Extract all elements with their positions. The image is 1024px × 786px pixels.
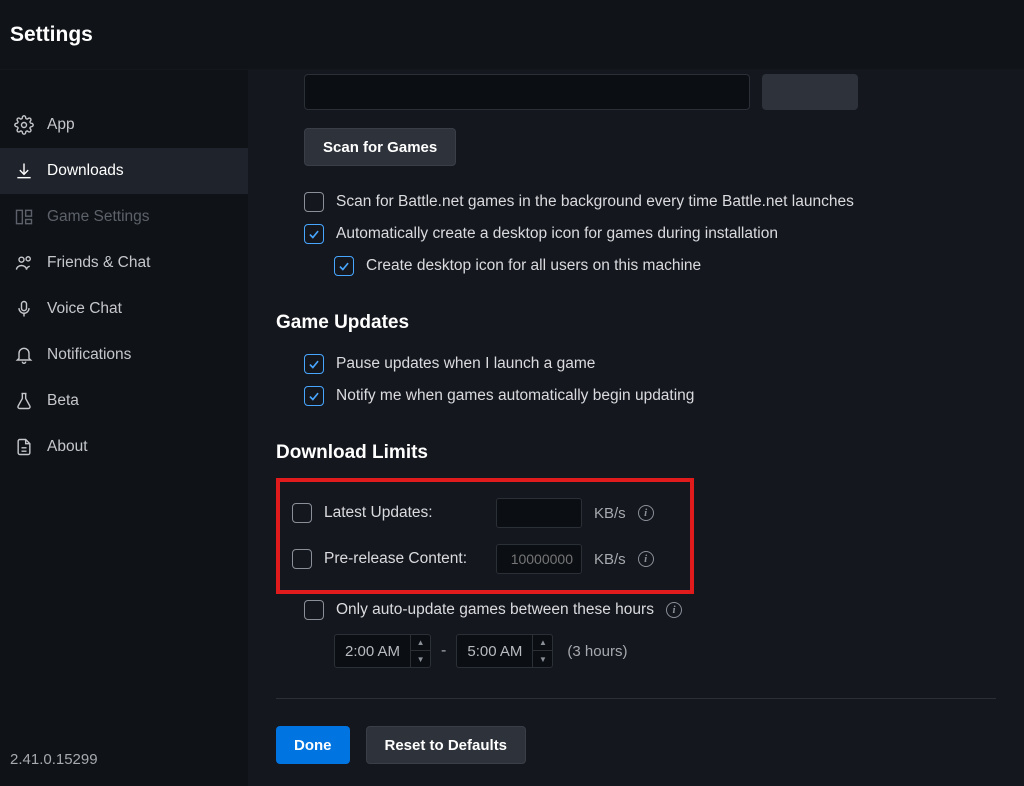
label-all-users-icon: Create desktop icon for all users on thi… xyxy=(366,257,701,275)
people-icon xyxy=(14,253,34,273)
document-icon xyxy=(14,437,34,457)
microphone-icon xyxy=(14,299,34,319)
label-scan-background: Scan for Battle.net games in the backgro… xyxy=(336,193,854,211)
label-latest-limit: Latest Updates: xyxy=(324,504,484,522)
sidebar-item-about[interactable]: About xyxy=(0,424,248,470)
info-icon[interactable]: i xyxy=(638,505,654,521)
row-prerelease-limit: Pre-release Content: KB/s i xyxy=(292,536,678,582)
sidebar-item-notifications[interactable]: Notifications xyxy=(0,332,248,378)
label-auto-desktop-icon: Automatically create a desktop icon for … xyxy=(336,225,778,243)
sidebar-item-label: Friends & Chat xyxy=(47,254,150,272)
bell-icon xyxy=(14,345,34,365)
scan-for-games-button[interactable]: Scan for Games xyxy=(304,128,456,166)
row-notify-updates: Notify me when games automatically begin… xyxy=(276,380,996,412)
download-limits-highlight: Latest Updates: KB/s i Pre-release Conte… xyxy=(276,478,694,594)
sidebar-item-label: Notifications xyxy=(47,346,131,364)
page-title: Settings xyxy=(10,23,93,47)
row-pause-updates: Pause updates when I launch a game xyxy=(276,348,996,380)
stepper-down-icon[interactable]: ▼ xyxy=(411,651,430,668)
input-latest-limit[interactable] xyxy=(496,498,582,528)
sidebar-item-voice[interactable]: Voice Chat xyxy=(0,286,248,332)
sidebar-item-game-settings: Game Settings xyxy=(0,194,248,240)
sidebar-item-label: Downloads xyxy=(47,162,124,180)
change-path-button[interactable] xyxy=(762,74,858,110)
time-from-value: 2:00 AM xyxy=(335,643,410,660)
install-path-input[interactable] xyxy=(304,74,750,110)
info-icon[interactable]: i xyxy=(638,551,654,567)
row-latest-limit: Latest Updates: KB/s i xyxy=(292,490,678,536)
footer: Done Reset to Defaults xyxy=(248,704,1024,786)
time-to-value: 5:00 AM xyxy=(457,643,532,660)
gear-icon xyxy=(14,115,34,135)
sidebar-item-label: App xyxy=(47,116,75,134)
stepper-up-icon[interactable]: ▲ xyxy=(533,634,552,651)
row-scan-background: Scan for Battle.net games in the backgro… xyxy=(276,186,996,218)
label-hours-limit: Only auto-update games between these hou… xyxy=(336,601,654,619)
sidebar-item-label: Beta xyxy=(47,392,79,410)
app-version: 2.41.0.15299 xyxy=(0,751,248,786)
sidebar: App Downloads Game Settings Friends & Ch… xyxy=(0,70,248,786)
unit-prerelease-limit: KB/s xyxy=(594,551,626,568)
hours-duration: (3 hours) xyxy=(567,643,627,660)
range-separator: - xyxy=(439,642,448,660)
input-prerelease-limit[interactable] xyxy=(496,544,582,574)
row-hours-limit: Only auto-update games between these hou… xyxy=(276,594,996,626)
section-title-game-updates: Game Updates xyxy=(276,312,996,334)
row-all-users-icon: Create desktop icon for all users on thi… xyxy=(276,250,996,282)
checkbox-prerelease-limit[interactable] xyxy=(292,549,312,569)
done-button[interactable]: Done xyxy=(276,726,350,764)
sidebar-item-beta[interactable]: Beta xyxy=(0,378,248,424)
checkbox-latest-limit[interactable] xyxy=(292,503,312,523)
info-icon[interactable]: i xyxy=(666,602,682,618)
divider xyxy=(276,698,996,699)
label-prerelease-limit: Pre-release Content: xyxy=(324,550,484,568)
flask-icon xyxy=(14,391,34,411)
checkbox-scan-background[interactable] xyxy=(304,192,324,212)
unit-latest-limit: KB/s xyxy=(594,505,626,522)
checkbox-notify-updates[interactable] xyxy=(304,386,324,406)
hours-range: 2:00 AM ▲ ▼ - 5:00 AM ▲ ▼ (3 hours) xyxy=(276,626,996,676)
checkbox-auto-desktop-icon[interactable] xyxy=(304,224,324,244)
sidebar-item-label: About xyxy=(47,438,88,456)
download-icon xyxy=(14,161,34,181)
stepper-down-icon[interactable]: ▼ xyxy=(533,651,552,668)
row-auto-desktop-icon: Automatically create a desktop icon for … xyxy=(276,218,996,250)
sidebar-item-friends[interactable]: Friends & Chat xyxy=(0,240,248,286)
sidebar-item-label: Game Settings xyxy=(47,208,150,226)
main-content: Scan for Games Scan for Battle.net games… xyxy=(248,70,1024,786)
layout-icon xyxy=(14,207,34,227)
time-from[interactable]: 2:00 AM ▲ ▼ xyxy=(334,634,431,668)
checkbox-hours-limit[interactable] xyxy=(304,600,324,620)
section-title-download-limits: Download Limits xyxy=(276,442,996,464)
sidebar-item-downloads[interactable]: Downloads xyxy=(0,148,248,194)
checkbox-pause-updates[interactable] xyxy=(304,354,324,374)
time-to[interactable]: 5:00 AM ▲ ▼ xyxy=(456,634,553,668)
label-notify-updates: Notify me when games automatically begin… xyxy=(336,387,694,405)
stepper-up-icon[interactable]: ▲ xyxy=(411,634,430,651)
header: Settings xyxy=(0,0,1024,70)
label-pause-updates: Pause updates when I launch a game xyxy=(336,355,595,373)
sidebar-item-label: Voice Chat xyxy=(47,300,122,318)
sidebar-item-app[interactable]: App xyxy=(0,102,248,148)
reset-defaults-button[interactable]: Reset to Defaults xyxy=(366,726,527,764)
checkbox-all-users-icon[interactable] xyxy=(334,256,354,276)
